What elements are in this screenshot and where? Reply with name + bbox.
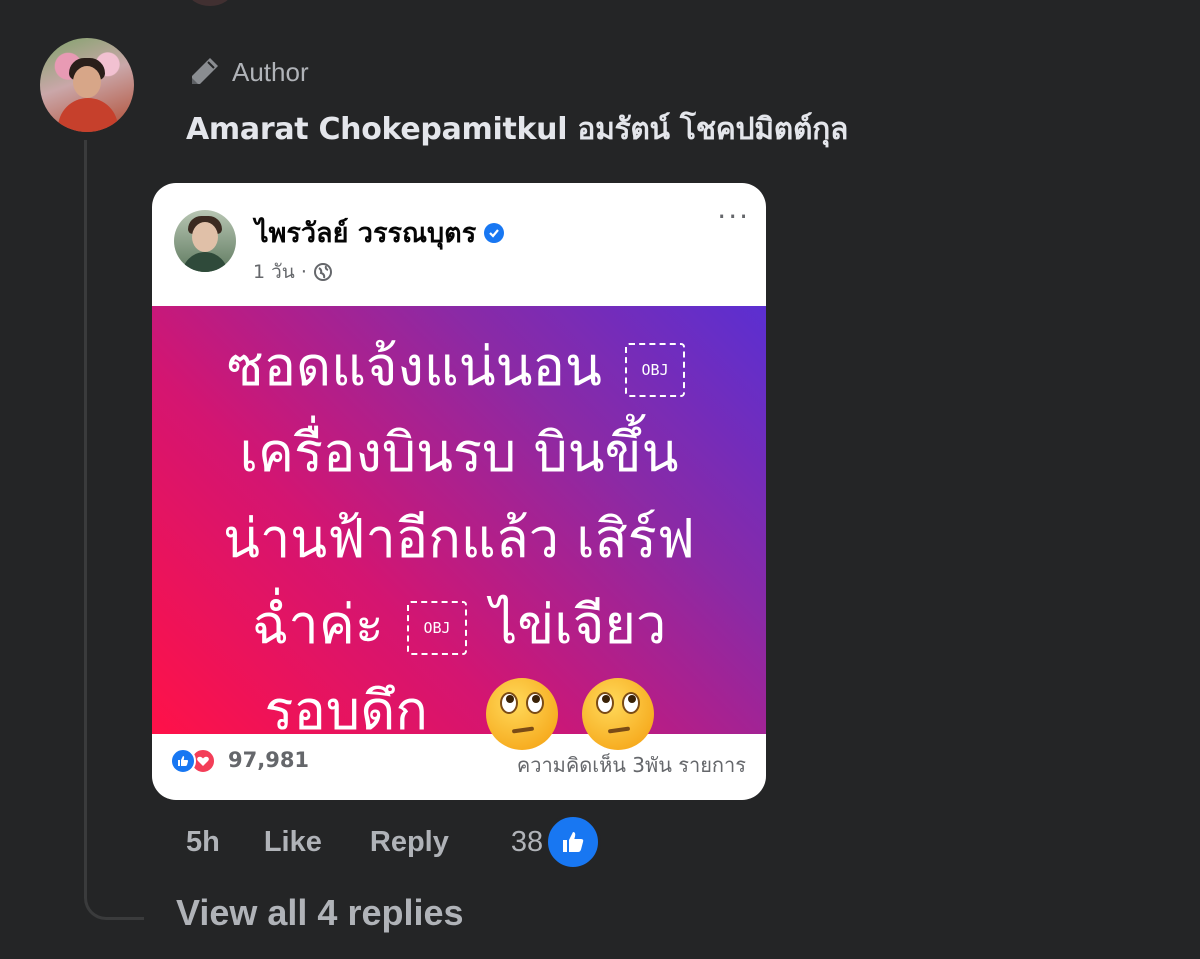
comment-thread: Author Amarat Chokepamitkul อมรัตน์ โชคป… bbox=[0, 0, 1200, 959]
like-button[interactable]: Like bbox=[264, 826, 322, 859]
thumbs-up-icon[interactable] bbox=[545, 814, 602, 870]
image-line: น่านฟ้าอีกแล้ว เสิร์ฟ bbox=[223, 507, 695, 570]
image-line: ซอดแจ้งแน่นอน OBJ bbox=[152, 324, 766, 410]
thread-connector-line bbox=[84, 140, 144, 920]
shared-post-footer: 97,981 ความคิดเห็น 3พัน รายการ bbox=[152, 734, 766, 800]
globe-icon bbox=[313, 263, 332, 281]
pencil-icon bbox=[192, 58, 218, 84]
shared-post-header: ไพรวัลย์ วรรณบุตร 1 วัน · ··· bbox=[152, 183, 766, 306]
image-line: ฉ่ำค่ะ OBJ ไข่เจียว bbox=[251, 593, 667, 656]
verified-badge-icon bbox=[484, 222, 505, 243]
comment-timestamp[interactable]: 5h bbox=[186, 826, 220, 859]
commenter-avatar[interactable] bbox=[40, 38, 134, 132]
comment-like-count[interactable]: 38 bbox=[511, 826, 543, 859]
more-options-icon[interactable]: ··· bbox=[717, 203, 750, 231]
shared-post-author-name[interactable]: ไพรวัลย์ วรรณบุตร bbox=[255, 211, 476, 254]
comment-actions: 5h Like Reply 38 bbox=[186, 814, 602, 870]
obj-placeholder-icon: OBJ bbox=[625, 343, 686, 398]
reaction-count[interactable]: 97,981 bbox=[228, 748, 309, 772]
shared-post-text-image[interactable]: ซอดแจ้งแน่นอน OBJ เครื่องบินรบ บินขึ้น น… bbox=[152, 306, 766, 751]
shared-post-meta: 1 วัน · bbox=[253, 257, 333, 287]
shared-post-card[interactable]: ไพรวัลย์ วรรณบุตร 1 วัน · ··· ซอดแจ้งแน่… bbox=[152, 183, 766, 800]
reply-button[interactable]: Reply bbox=[370, 826, 449, 859]
view-all-replies-link[interactable]: View all 4 replies bbox=[176, 892, 464, 934]
shared-post-author[interactable]: ไพรวัลย์ วรรณบุตร bbox=[255, 211, 505, 254]
shared-post-time[interactable]: 1 วัน · bbox=[253, 257, 307, 287]
commenter-name[interactable]: Amarat Chokepamitkul อมรัตน์ โชคปมิตต์กุ… bbox=[186, 106, 848, 153]
obj-placeholder-icon: OBJ bbox=[407, 601, 468, 656]
like-reaction-icon bbox=[170, 748, 196, 774]
author-badge-label: Author bbox=[232, 56, 309, 87]
author-badge: Author bbox=[186, 54, 309, 90]
reaction-icons[interactable] bbox=[170, 748, 216, 774]
image-line: เครื่องบินรบ บินขึ้น bbox=[239, 421, 679, 484]
comment-count[interactable]: ความคิดเห็น 3พัน รายการ bbox=[517, 749, 746, 781]
previous-avatar bbox=[188, 0, 232, 6]
shared-post-author-avatar[interactable] bbox=[174, 210, 236, 272]
